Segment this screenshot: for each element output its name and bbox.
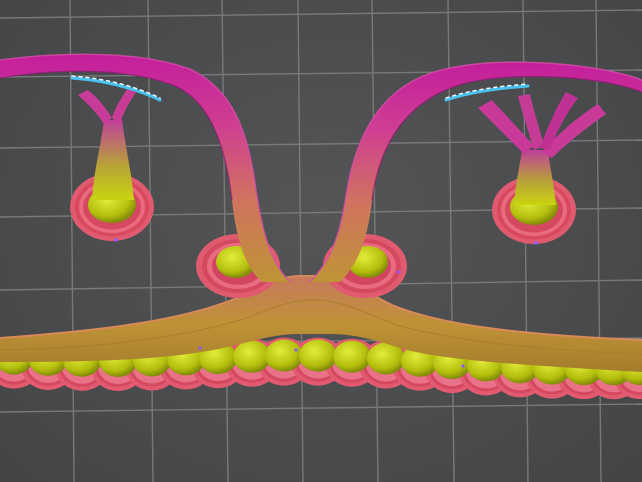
grid-line [0, 403, 642, 413]
grid-line [69, 0, 75, 482]
support-ball [333, 340, 371, 373]
tree-support-right [478, 92, 606, 244]
slicer-3d-viewport[interactable] [0, 0, 642, 482]
tree-support-left [70, 88, 154, 241]
support-ball [299, 339, 337, 372]
grid-line [297, 0, 304, 482]
gcode-preview-canvas[interactable] [0, 0, 642, 482]
bridge-arch-right [309, 61, 642, 283]
support-ball [265, 339, 303, 372]
grid-line [0, 9, 642, 19]
